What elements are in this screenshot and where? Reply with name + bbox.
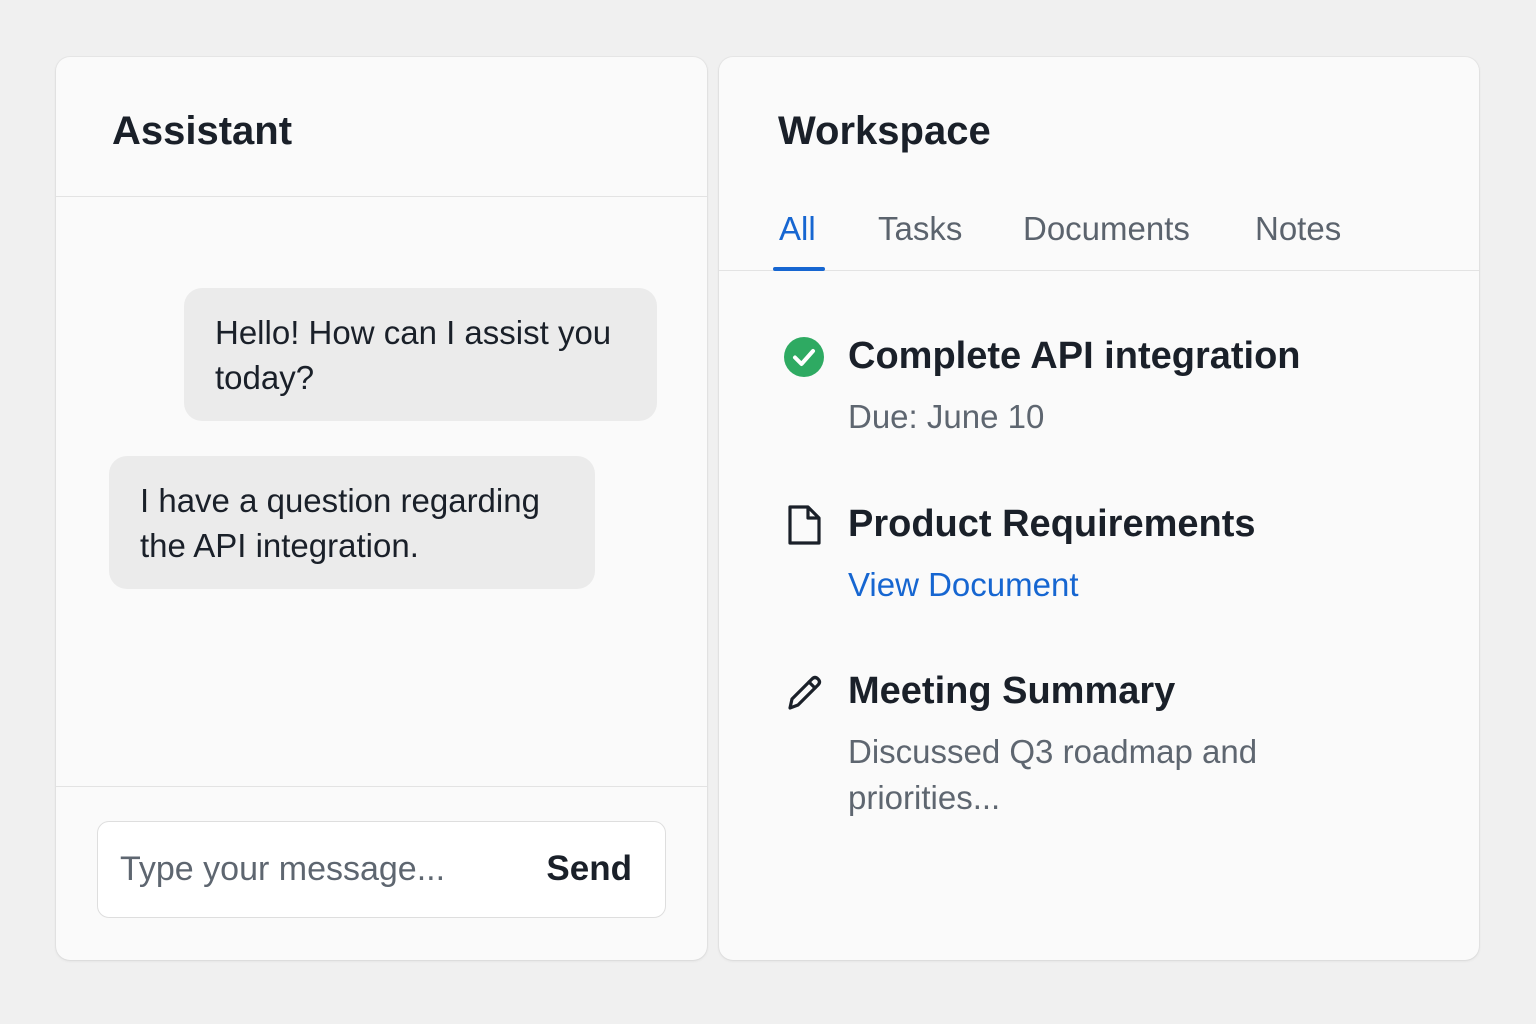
assistant-title: Assistant (112, 109, 293, 153)
task-due-date: Due: June 10 (848, 398, 1045, 435)
note-title: Meeting Summary (848, 670, 1176, 712)
user-message-text: I have a question regarding the API inte… (140, 482, 540, 564)
active-tab-indicator (773, 267, 825, 271)
workspace-title: Workspace (778, 109, 991, 153)
assistant-message-bubble: Hello! How can I assist you today? (184, 288, 657, 421)
message-composer: Send (97, 821, 666, 918)
document-title: Product Requirements (848, 503, 1256, 545)
assistant-header: Assistant (56, 57, 707, 197)
workspace-tabs: All Tasks Documents Notes (719, 197, 1479, 271)
tab-documents[interactable]: Documents (1023, 207, 1190, 251)
tab-tasks[interactable]: Tasks (878, 207, 962, 251)
workspace-panel: Workspace All Tasks Documents Notes Comp… (719, 57, 1479, 960)
assistant-message-text: Hello! How can I assist you today? (215, 314, 612, 396)
tab-notes[interactable]: Notes (1255, 207, 1341, 251)
composer-divider (56, 786, 707, 787)
user-message-bubble: I have a question regarding the API inte… (109, 456, 595, 589)
check-circle-icon (784, 337, 824, 377)
pencil-icon (788, 675, 822, 710)
assistant-panel: Assistant Hello! How can I assist you to… (56, 57, 707, 960)
task-title: Complete API integration (848, 335, 1301, 377)
note-summary: Discussed Q3 roadmap and priorities... (848, 733, 1258, 816)
message-input[interactable] (120, 842, 500, 896)
view-document-link[interactable]: View Document (848, 562, 1079, 608)
send-button[interactable]: Send (546, 844, 632, 894)
tab-all[interactable]: All (779, 207, 816, 251)
document-icon (788, 505, 821, 545)
